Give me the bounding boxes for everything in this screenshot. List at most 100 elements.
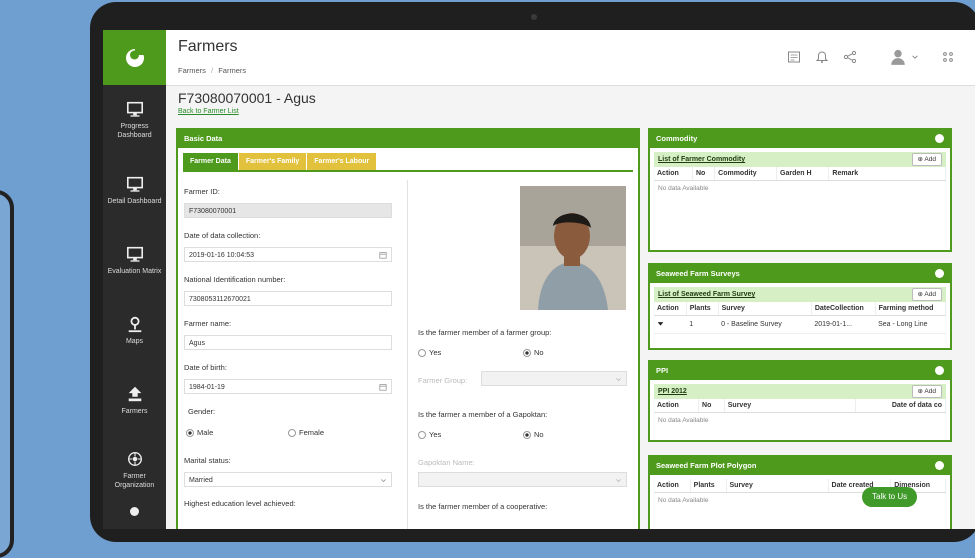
add-label: Add: [924, 388, 936, 395]
calendar-icon[interactable]: [379, 251, 387, 259]
document-icon[interactable]: [787, 50, 801, 64]
gapoktan-no-option[interactable]: No: [523, 430, 544, 440]
ppi-title: PPI: [656, 366, 669, 375]
tab-underline: [183, 170, 633, 172]
caret-down-icon[interactable]: [657, 320, 664, 327]
calendar-icon[interactable]: [379, 383, 387, 391]
apps-grid-icon[interactable]: [941, 50, 955, 64]
gender-male-option[interactable]: Male: [186, 428, 214, 438]
column-header: Action: [654, 399, 700, 413]
radio-button[interactable]: [288, 429, 296, 438]
gender-female-label: Female: [299, 428, 325, 437]
farmer-icon: [128, 386, 141, 401]
breadcrumb-item[interactable]: Farmers: [178, 66, 206, 75]
organization-icon: [127, 452, 142, 466]
tab-farmers-labour[interactable]: Farmer's Labour: [307, 153, 378, 170]
chevron-down-icon: [616, 479, 621, 483]
radio-button[interactable]: [418, 431, 426, 440]
table-cell: Sea - Long Line: [875, 315, 946, 334]
column-header: No: [692, 167, 716, 181]
farmer-name-field[interactable]: Agus: [184, 335, 392, 350]
sidebar-item-label: Progress Dashboard: [117, 123, 152, 139]
table-row[interactable]: 1 0 - Baseline Survey 2019-01-1... Sea -…: [654, 315, 946, 334]
more-icon[interactable]: [130, 507, 139, 516]
column-header: Plants: [686, 302, 719, 316]
back-to-list-link[interactable]: Back to Farmer List: [178, 108, 239, 115]
bell-icon[interactable]: [815, 50, 829, 64]
app-logo[interactable]: [103, 30, 166, 85]
commodity-table: Action No Commodity Garden H Remark: [654, 167, 946, 181]
gapoktan-name-label: Gapoktan Name:: [418, 458, 475, 467]
column-header: Action: [654, 302, 687, 316]
radio-button[interactable]: [418, 349, 426, 358]
breadcrumb: Farmers / Farmers: [178, 66, 246, 75]
column-header: No: [698, 399, 725, 413]
nin-field[interactable]: 7308053112670021: [184, 291, 392, 306]
breadcrumb-item: Farmers: [218, 66, 247, 75]
user-avatar-icon: [891, 49, 905, 65]
column-header: Commodity: [714, 167, 778, 181]
sidebar-item-evaluation-matrix[interactable]: Evaluation Matrix: [103, 225, 166, 295]
collapse-icon[interactable]: [935, 461, 944, 470]
add-ppi-button[interactable]: ⊕ Add: [911, 385, 942, 398]
collection-date-field[interactable]: 2019-01-16 10:04:53: [184, 247, 392, 262]
talk-to-us-button[interactable]: Talk to Us: [862, 487, 918, 507]
chevron-down-icon: [381, 479, 386, 483]
plot-polygon-header: Seaweed Farm Plot Polygon: [650, 457, 950, 475]
farmer-name-label: Farmer name:: [184, 319, 232, 328]
gender-male-label: Male: [197, 428, 214, 437]
dob-field[interactable]: 1984-01-19: [184, 379, 392, 394]
table-header-row: Action No Commodity Garden H Remark: [654, 167, 946, 181]
column-header: Garden H: [776, 167, 830, 181]
dob-value: 1984-01-19: [189, 384, 225, 391]
add-commodity-button[interactable]: ⊕ Add: [911, 153, 942, 166]
sidebar-item-label: Farmer Organization: [114, 473, 155, 489]
collapse-icon[interactable]: [935, 366, 944, 375]
radio-button-selected[interactable]: [523, 349, 531, 358]
gapoktan-question: Is the farmer a member of a Gapoktan:: [418, 410, 548, 419]
user-menu[interactable]: [889, 48, 919, 66]
page-title: Farmers: [178, 38, 238, 55]
ppi-table: Action No Survey Date of data co: [654, 399, 947, 413]
farmer-group-yes-option[interactable]: Yes: [418, 348, 441, 358]
row-action-cell[interactable]: [654, 315, 687, 334]
gender-female-option[interactable]: Female: [288, 428, 325, 438]
farmer-group-no-option[interactable]: No: [523, 348, 544, 358]
surveys-list-header: List of Seaweed Farm Survey ⊕ Add: [654, 287, 946, 302]
farmer-group-label: Farmer Group:: [418, 376, 468, 385]
radio-button-selected[interactable]: [186, 429, 194, 438]
farmer-group-question: Is the farmer member of a farmer group:: [418, 328, 552, 337]
collapse-icon[interactable]: [935, 269, 944, 278]
tab-farmer-data[interactable]: Farmer Data: [183, 153, 239, 170]
ppi-list-header: PPI 2012 ⊕ Add: [654, 384, 946, 399]
gapoktan-yes-option[interactable]: Yes: [418, 430, 441, 440]
sidebar-item-detail-dashboard[interactable]: Detail Dashboard: [103, 155, 166, 225]
header: Farmers Farmers / Farmers: [166, 30, 975, 86]
sidebar-item-farmers[interactable]: Farmers: [103, 365, 166, 435]
sidebar-item-farmer-organization[interactable]: Farmer Organization: [103, 435, 166, 505]
column-header: DateCollection: [811, 302, 876, 316]
map-pin-icon: [128, 316, 141, 332]
commodity-list-title[interactable]: List of Farmer Commodity: [658, 156, 745, 163]
table-header-row: Action No Survey Date of data co: [654, 399, 947, 413]
marital-status-select[interactable]: Married: [184, 472, 392, 487]
sidebar-item-progress-dashboard[interactable]: Progress Dashboard: [103, 85, 166, 155]
share-icon[interactable]: [843, 50, 857, 64]
column-header: Action: [654, 167, 693, 181]
radio-button-selected[interactable]: [523, 431, 531, 440]
surveys-list-title[interactable]: List of Seaweed Farm Survey: [658, 291, 755, 298]
ppi-list-title[interactable]: PPI 2012: [658, 388, 687, 395]
tab-farmers-family[interactable]: Farmer's Family: [238, 153, 308, 170]
sidebar-item-maps[interactable]: Maps: [103, 295, 166, 365]
no-label: No: [534, 348, 544, 357]
monitor-icon: [126, 176, 143, 192]
collapse-icon[interactable]: [935, 134, 944, 143]
sidebar-item-label: Evaluation Matrix: [107, 267, 162, 275]
farmer-photo: [520, 186, 626, 310]
column-divider: [407, 180, 408, 529]
add-survey-button[interactable]: ⊕ Add: [911, 288, 942, 301]
marital-status-label: Marital status:: [184, 456, 231, 465]
breadcrumb-separator: /: [211, 66, 214, 75]
plot-polygon-title: Seaweed Farm Plot Polygon: [656, 461, 757, 470]
column-header: Farming method: [875, 302, 947, 316]
